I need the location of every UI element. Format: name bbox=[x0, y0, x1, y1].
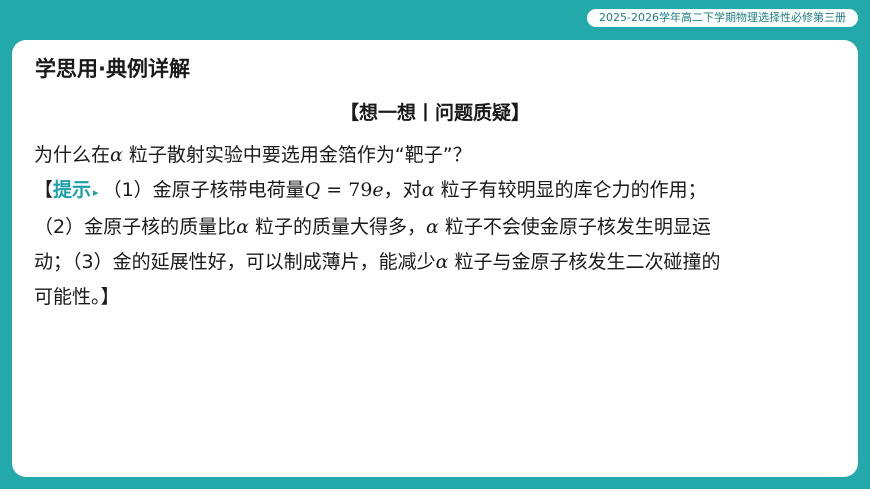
hint-text: （1）金原子核带电荷量 bbox=[102, 179, 305, 201]
hint-line-3: 动；（3）金的延展性好，可以制成薄片，能减少α 粒子与金原子核发生二次碰撞的 bbox=[34, 245, 844, 280]
hint-line-2: （2）金原子核的质量比α 粒子的质量大得多，α 粒子不会使金原子核发生明显运 bbox=[34, 210, 844, 245]
top-bar: 2025-2026学年高二下学期物理选择性必修第三册 bbox=[0, 0, 870, 30]
hint-open-bracket: 【 bbox=[34, 179, 54, 201]
triangle-right-icon: ▸ bbox=[93, 186, 99, 199]
alpha-symbol: α bbox=[425, 216, 439, 238]
series-badge: 2025-2026学年高二下学期物理选择性必修第三册 bbox=[587, 9, 858, 27]
content-card: 学思用·典例详解 【想一想丨问题质疑】 为什么在α 粒子散射实验中要选用金箔作为… bbox=[12, 40, 858, 477]
alpha-symbol: α bbox=[435, 251, 449, 273]
formula-variable: Q bbox=[304, 179, 321, 201]
question-text-before: 为什么在 bbox=[34, 144, 111, 166]
hint-label: 提示 bbox=[53, 179, 92, 201]
hint-text: ，对 bbox=[383, 179, 422, 201]
hint-text: （2）金原子核的质量比 bbox=[34, 216, 237, 238]
charge-formula: Q = 79e bbox=[305, 179, 384, 201]
hint-line-1: 【提示 ▸ （1）金原子核带电荷量Q = 79e，对α 粒子有较明显的库仑力的作用； bbox=[34, 173, 844, 210]
hint-text: 粒子与金原子核发生二次碰撞的 bbox=[448, 251, 721, 273]
body-text: 为什么在α 粒子散射实验中要选用金箔作为“靶子”？ 【提示 ▸ （1）金原子核带电荷… bbox=[34, 138, 844, 315]
hint-text: 粒子有较明显的库仑力的作用； bbox=[434, 179, 707, 201]
formula-unit: e bbox=[372, 179, 384, 201]
hint-text: 动；（3）金的延展性好，可以制成薄片，能减少 bbox=[34, 251, 436, 273]
formula-value: = 79 bbox=[320, 179, 373, 201]
hint-text: 粒子的质量大得多， bbox=[248, 216, 426, 238]
question-text-after: 粒子散射实验中要选用金箔作为“靶子”？ bbox=[122, 144, 472, 166]
hint-text: 粒子不会使金原子核发生明显运 bbox=[438, 216, 711, 238]
hint-line-4: 可能性。】 bbox=[34, 286, 120, 308]
question-line: 为什么在α 粒子散射实验中要选用金箔作为“靶子”？ bbox=[34, 138, 844, 173]
alpha-symbol: α bbox=[236, 216, 249, 238]
alpha-symbol: α bbox=[421, 179, 435, 201]
alpha-symbol: α bbox=[110, 144, 123, 166]
question-heading: 【想一想丨问题质疑】 bbox=[339, 102, 530, 124]
section-title: 学思用·典例详解 bbox=[35, 57, 190, 81]
